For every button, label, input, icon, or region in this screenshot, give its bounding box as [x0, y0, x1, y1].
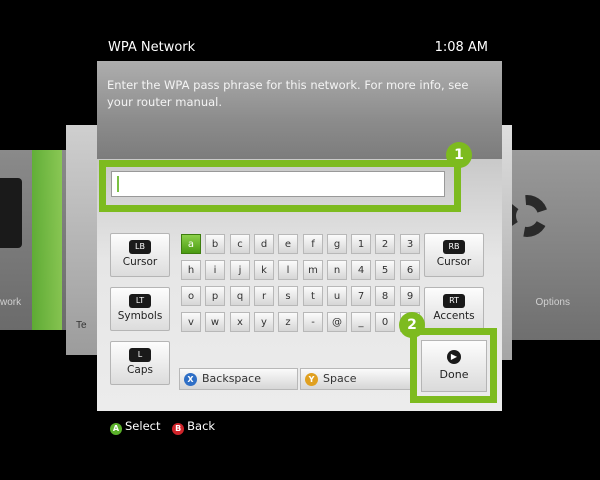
key-q[interactable]: q	[230, 286, 250, 306]
select-hint: Select	[125, 419, 161, 433]
footer-hints: A Select B Back	[110, 419, 223, 435]
key-o[interactable]: o	[181, 286, 201, 306]
background-label-left: work	[0, 297, 22, 308]
highlight-done-button	[410, 328, 497, 403]
key-e[interactable]: e	[278, 234, 298, 254]
key-x[interactable]: x	[230, 312, 250, 332]
rt-trigger-icon: RT	[443, 294, 465, 308]
key-c[interactable]: c	[230, 234, 250, 254]
key-b[interactable]: b	[205, 234, 225, 254]
background-label-right: Options	[535, 297, 570, 308]
window-title: WPA Network	[108, 40, 196, 55]
key-dash[interactable]: -	[303, 312, 323, 332]
key-d[interactable]: d	[254, 234, 274, 254]
clock: 1:08 AM	[434, 40, 488, 55]
cursor-right-button[interactable]: RB Cursor	[424, 233, 484, 277]
backspace-label: Backspace	[202, 372, 261, 385]
network-plug-icon	[0, 178, 22, 248]
key-r[interactable]: r	[254, 286, 274, 306]
key-underscore[interactable]: _	[351, 312, 371, 332]
accents-button[interactable]: RT Accents	[424, 287, 484, 331]
key-a[interactable]: a	[181, 234, 201, 254]
b-button-icon: B	[172, 423, 185, 435]
key-at[interactable]: @	[327, 312, 347, 332]
key-3[interactable]: 3	[400, 234, 420, 254]
gear-icon	[506, 195, 548, 237]
y-button-icon: Y	[305, 373, 318, 386]
space-key[interactable]: Y Space	[300, 368, 412, 390]
background-tile-green	[32, 150, 62, 330]
key-n[interactable]: n	[327, 260, 347, 280]
key-u[interactable]: u	[327, 286, 347, 306]
key-g[interactable]: g	[327, 234, 347, 254]
key-m[interactable]: m	[303, 260, 323, 280]
prompt-text: Enter the WPA pass phrase for this netwo…	[107, 78, 469, 109]
key-9[interactable]: 9	[400, 286, 420, 306]
key-8[interactable]: 8	[375, 286, 395, 306]
highlight-passphrase-input	[99, 160, 461, 212]
space-label: Space	[323, 372, 357, 385]
back-hint: Back	[187, 419, 216, 433]
key-j[interactable]: j	[230, 260, 250, 280]
key-4[interactable]: 4	[351, 260, 371, 280]
key-1[interactable]: 1	[351, 234, 371, 254]
cursor-right-label: Cursor	[436, 256, 472, 268]
rb-bumper-icon: RB	[443, 240, 465, 254]
backspace-key[interactable]: X Backspace	[179, 368, 298, 390]
key-v[interactable]: v	[181, 312, 201, 332]
key-p[interactable]: p	[205, 286, 225, 306]
key-i[interactable]: i	[205, 260, 225, 280]
x-button-icon: X	[184, 373, 197, 386]
cursor-left-label: Cursor	[122, 256, 158, 268]
step-badge-2: 2	[399, 312, 425, 338]
key-l[interactable]: l	[278, 260, 298, 280]
left-stick-icon: L	[129, 348, 151, 362]
key-2[interactable]: 2	[375, 234, 395, 254]
key-y[interactable]: y	[254, 312, 274, 332]
key-z[interactable]: z	[278, 312, 298, 332]
title-bar: WPA Network 1:08 AM	[108, 40, 488, 60]
accents-label: Accents	[433, 310, 475, 322]
symbols-button[interactable]: LT Symbols	[110, 287, 170, 331]
key-s[interactable]: s	[278, 286, 298, 306]
key-7[interactable]: 7	[351, 286, 371, 306]
cursor-left-button[interactable]: LB Cursor	[110, 233, 170, 277]
caps-label: Caps	[127, 364, 153, 376]
caps-button[interactable]: L Caps	[110, 341, 170, 385]
key-0[interactable]: 0	[375, 312, 395, 332]
lt-trigger-icon: LT	[129, 294, 151, 308]
symbols-label: Symbols	[117, 310, 163, 322]
key-5[interactable]: 5	[375, 260, 395, 280]
key-k[interactable]: k	[254, 260, 274, 280]
key-t[interactable]: t	[303, 286, 323, 306]
key-h[interactable]: h	[181, 260, 201, 280]
background-tile-right	[500, 150, 600, 340]
dialog-header: Enter the WPA pass phrase for this netwo…	[97, 61, 502, 159]
key-w[interactable]: w	[205, 312, 225, 332]
lb-bumper-icon: LB	[129, 240, 151, 254]
background-label-left2: Te	[76, 320, 87, 331]
key-6[interactable]: 6	[400, 260, 420, 280]
key-f[interactable]: f	[303, 234, 323, 254]
a-button-icon: A	[110, 423, 122, 435]
step-badge-1: 1	[446, 142, 472, 168]
